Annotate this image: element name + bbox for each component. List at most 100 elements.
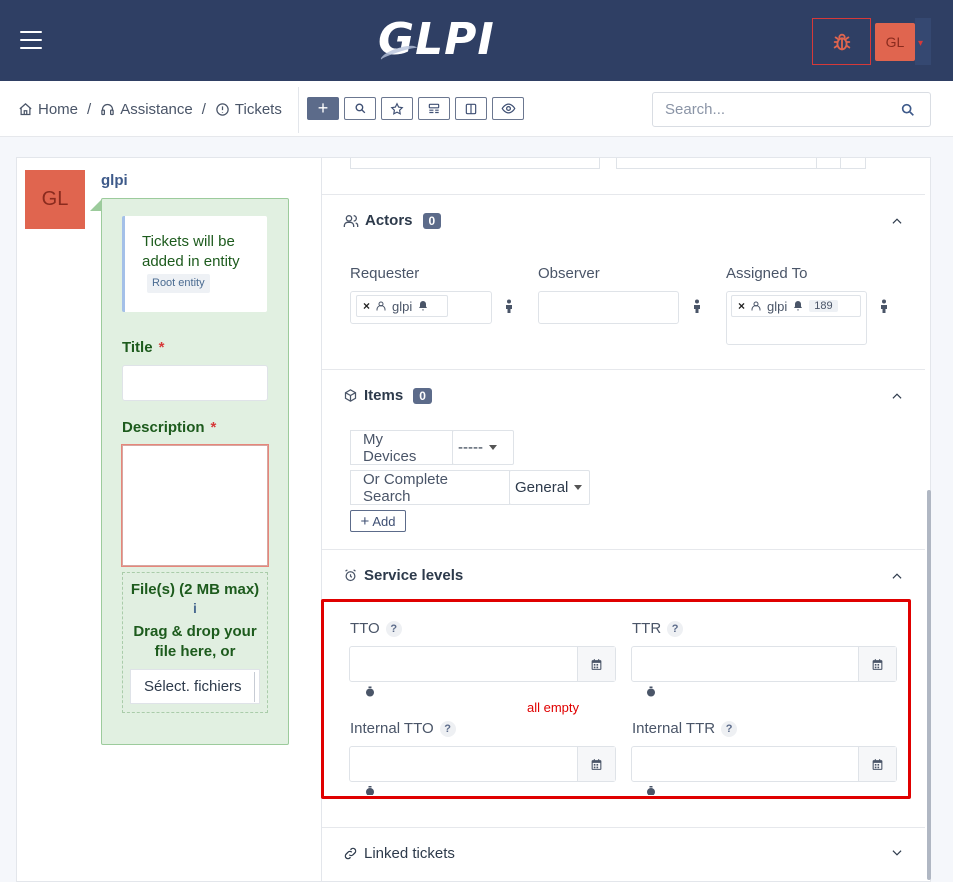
add-item-button[interactable]: + Add (350, 510, 406, 532)
alert-circle-icon (216, 103, 229, 116)
search-icon[interactable] (900, 102, 916, 118)
title-label: Title * (122, 339, 165, 356)
author-avatar: GL (25, 170, 85, 229)
help-icon[interactable]: ? (385, 621, 402, 638)
chevron-up-icon[interactable] (889, 569, 905, 583)
calendar-button[interactable] (858, 647, 896, 681)
chevron-down-icon[interactable] (889, 846, 905, 860)
breadcrumb-bar: Home / Assistance / Tickets + (0, 81, 953, 137)
remove-icon[interactable]: × (738, 299, 745, 313)
columns-icon (465, 103, 477, 114)
description-label: Description * (122, 419, 217, 436)
annotation-text: all empty (527, 700, 580, 715)
add-button[interactable]: + (307, 97, 339, 120)
complete-search-label: Or Complete Search (350, 470, 510, 505)
bell-icon[interactable] (792, 300, 804, 312)
my-devices-select[interactable]: ----- (452, 430, 514, 465)
entity-notice: Tickets will be added in entity Root ent… (122, 216, 267, 312)
bug-icon (833, 33, 850, 50)
internal-ttr-date-input[interactable] (631, 746, 897, 782)
items-count-badge: 0 (413, 387, 432, 404)
calendar-button[interactable] (577, 647, 615, 681)
add-me-icon[interactable] (692, 299, 702, 313)
chevron-down-icon[interactable]: ▾ (918, 38, 923, 49)
linked-tickets-section-header[interactable]: Linked tickets (343, 845, 455, 862)
calendar-icon (591, 658, 602, 670)
users-icon (343, 214, 359, 227)
stopwatch-icon[interactable] (645, 785, 657, 795)
add-me-icon[interactable] (504, 299, 514, 313)
plus-icon: + (360, 512, 370, 530)
top-navbar: GLPI GL ▾ (0, 0, 953, 81)
headset-icon (101, 103, 114, 116)
calendar-icon (591, 758, 602, 770)
home-icon (19, 103, 32, 116)
remove-icon[interactable]: × (363, 299, 370, 313)
breadcrumb: Home / Assistance / Tickets (18, 101, 282, 118)
calendar-icon (872, 758, 883, 770)
title-input[interactable] (122, 365, 268, 401)
box-icon (344, 389, 357, 402)
search-icon (354, 103, 365, 114)
help-icon[interactable]: ? (721, 721, 738, 738)
tto-label: TTO? (350, 620, 402, 638)
templates-button[interactable] (418, 97, 450, 120)
help-icon[interactable]: ? (439, 721, 456, 738)
scrollbar[interactable] (927, 490, 931, 880)
breadcrumb-assistance[interactable]: Assistance (100, 101, 193, 118)
internal-tto-date-input[interactable] (349, 746, 616, 782)
author-name[interactable]: glpi (101, 172, 128, 189)
glpi-logo[interactable]: GLPI (378, 14, 495, 66)
observer-label: Observer (538, 265, 600, 282)
stopwatch-icon[interactable] (645, 685, 657, 698)
alarm-clock-icon (345, 569, 356, 582)
link-icon (344, 847, 357, 860)
requester-label: Requester (350, 265, 420, 282)
partial-field[interactable] (350, 158, 600, 169)
caret-down-icon (574, 485, 583, 490)
chevron-up-icon[interactable] (889, 214, 905, 228)
entity-badge: Root entity (147, 274, 210, 293)
description-textarea[interactable] (121, 444, 269, 567)
info-icon: i (193, 600, 197, 616)
saved-searches-button[interactable] (381, 97, 413, 120)
internal-tto-label: Internal TTO? (350, 720, 456, 738)
my-devices-label: My Devices (350, 430, 453, 465)
ttr-label: TTR? (632, 620, 684, 638)
service-levels-section-header[interactable]: Service levels (343, 567, 463, 584)
calendar-icon (872, 658, 883, 670)
user-icon (751, 301, 761, 311)
caret-down-icon (488, 445, 497, 450)
tto-date-input[interactable] (349, 646, 616, 682)
debug-bug-button[interactable] (812, 18, 871, 65)
select-files-button[interactable]: Sélect. fichiers (130, 669, 260, 704)
menu-toggle-icon[interactable] (20, 31, 42, 49)
add-me-icon[interactable] (879, 299, 889, 313)
actors-count-badge: 0 (422, 212, 442, 229)
stopwatch-icon[interactable] (364, 685, 376, 698)
split-view-button[interactable] (455, 97, 487, 120)
preview-button[interactable] (492, 97, 524, 120)
actors-section-header[interactable]: Actors 0 (343, 212, 442, 229)
requester-tag: × glpi (356, 295, 448, 317)
calendar-button[interactable] (577, 747, 615, 781)
help-icon[interactable]: ? (667, 621, 684, 638)
ttr-date-input[interactable] (631, 646, 897, 682)
user-avatar[interactable]: GL (875, 23, 915, 61)
item-type-select[interactable]: General (509, 470, 590, 505)
user-icon (376, 301, 386, 311)
stopwatch-icon[interactable] (364, 785, 376, 795)
assigned-count-badge: 189 (809, 300, 838, 312)
bell-icon[interactable] (417, 300, 429, 312)
chevron-up-icon[interactable] (889, 389, 905, 403)
global-search (652, 92, 931, 127)
breadcrumb-home[interactable]: Home (18, 101, 78, 118)
observer-field[interactable] (538, 291, 679, 324)
search-input[interactable] (653, 93, 883, 126)
star-icon (390, 101, 404, 115)
search-button[interactable] (344, 97, 376, 120)
items-section-header[interactable]: Items 0 (343, 387, 432, 404)
assigned-label: Assigned To (726, 265, 808, 282)
breadcrumb-tickets[interactable]: Tickets (215, 101, 282, 118)
calendar-button[interactable] (858, 747, 896, 781)
